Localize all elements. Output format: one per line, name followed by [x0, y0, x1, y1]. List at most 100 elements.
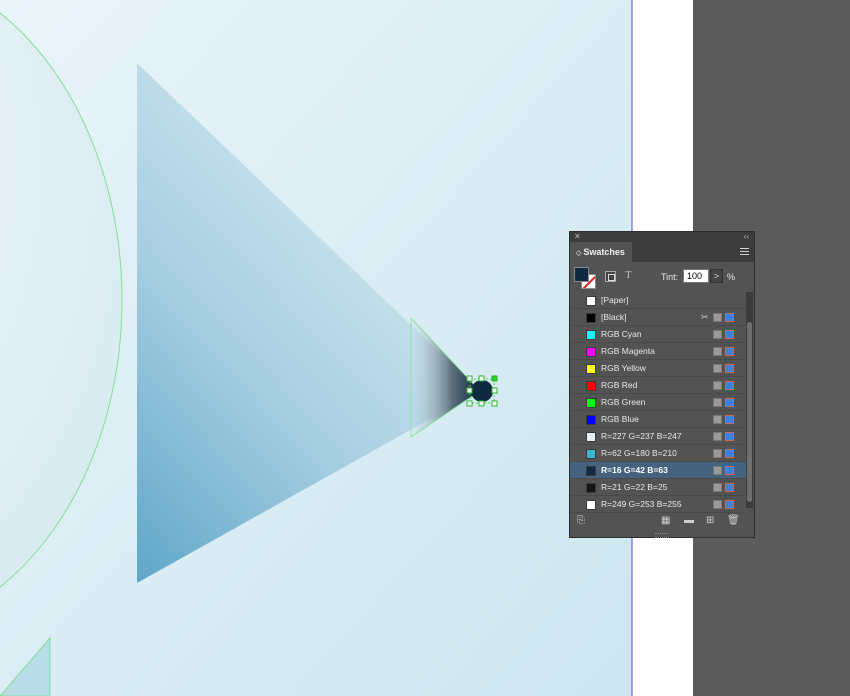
color-mode-icon: [725, 347, 734, 356]
color-mode-icon: [725, 500, 734, 509]
tint-label: Tint:: [661, 272, 679, 282]
swatch-color-chip: [586, 466, 596, 476]
swatch-name: RGB Green: [601, 397, 646, 407]
selection-handle[interactable]: [478, 400, 485, 407]
swatch-color-chip: [586, 449, 596, 459]
swatch-row[interactable]: RGB Blue: [570, 411, 746, 428]
swatch-color-chip: [586, 330, 596, 340]
fill-stroke-proxy[interactable]: [574, 267, 596, 289]
swatch-row[interactable]: RGB Yellow: [570, 360, 746, 377]
new-color-group-icon[interactable]: ▬: [684, 515, 694, 527]
swatch-views-icon[interactable]: ▦: [661, 515, 670, 527]
color-type-icon: [713, 432, 722, 441]
swatch-name: RGB Magenta: [601, 346, 655, 356]
swatch-color-chip: [586, 398, 596, 408]
close-icon[interactable]: ✕: [574, 232, 581, 242]
color-mode-icon: [725, 483, 734, 492]
swatch-name: R=21 G=22 B=25: [601, 482, 668, 492]
swatches-panel[interactable]: ✕ ‹‹ ◇ Swatches T Tint: 100 > % [Paper] [B…: [569, 231, 755, 538]
swatch-color-chip: [586, 500, 596, 510]
swatch-color-chip: [586, 483, 596, 493]
swatch-color-chip: [586, 364, 596, 374]
swatch-row[interactable]: RGB Red: [570, 377, 746, 394]
selected-dot[interactable]: [471, 380, 493, 402]
panel-bottom-toolbar: ⎘ ▦ ▬ ⊞ 🗑: [570, 512, 754, 532]
swatch-name: RGB Blue: [601, 414, 639, 424]
swatch-list[interactable]: [Paper] [Black] ✂ RGB Cyan RGB Magenta RGB Ye…: [570, 292, 746, 513]
panel-tab-row: ◇ Swatches: [570, 242, 754, 262]
swatch-color-chip: [586, 432, 596, 442]
color-mode-icon: [725, 313, 734, 322]
panel-title-bar[interactable]: ✕ ‹‹: [570, 232, 754, 242]
color-type-icon: [713, 347, 722, 356]
tab-label: Swatches: [583, 247, 625, 257]
swatch-name: R=227 G=237 B=247: [601, 431, 682, 441]
collapse-icon[interactable]: ‹‹: [744, 232, 749, 242]
selection-handle[interactable]: [466, 375, 473, 382]
color-type-icon: [713, 483, 722, 492]
selection-handle[interactable]: [491, 400, 498, 407]
color-mode-icon: [725, 364, 734, 373]
swatch-color-chip: [586, 415, 596, 425]
swatch-name: [Paper]: [601, 295, 629, 305]
color-mode-icon: [725, 432, 734, 441]
swatch-color-chip: [586, 381, 596, 391]
swatch-row[interactable]: RGB Magenta: [570, 343, 746, 360]
swatch-row[interactable]: [Black] ✂: [570, 309, 746, 326]
color-type-icon: [713, 381, 722, 390]
color-type-icon: [713, 449, 722, 458]
swatch-name: RGB Yellow: [601, 363, 646, 373]
swatch-name: R=16 G=42 B=63: [601, 465, 668, 475]
selection-handle[interactable]: [491, 375, 498, 382]
swatch-row[interactable]: RGB Cyan: [570, 326, 746, 343]
color-mode-icon: [725, 381, 734, 390]
show-swatch-kinds-icon[interactable]: ⎘: [577, 515, 585, 527]
selection-handle[interactable]: [491, 387, 498, 394]
new-swatch-icon[interactable]: ⊞: [706, 515, 714, 527]
swatch-row[interactable]: R=21 G=22 B=25: [570, 479, 746, 496]
swatch-controls: T Tint: 100 > %: [570, 262, 754, 291]
color-type-icon: [713, 398, 722, 407]
color-type-icon: [713, 313, 722, 322]
swatch-row[interactable]: RGB Green: [570, 394, 746, 411]
delete-swatch-icon[interactable]: 🗑: [727, 515, 740, 527]
panel-resize-grip[interactable]: [655, 533, 669, 538]
color-mode-icon: [725, 415, 734, 424]
swatch-row[interactable]: R=62 G=180 B=210: [570, 445, 746, 462]
non-editable-icon: ✂: [701, 312, 709, 322]
tint-unit: %: [727, 272, 736, 282]
swatch-color-chip: [586, 296, 596, 306]
swatch-color-chip: [586, 347, 596, 357]
tab-swatches[interactable]: ◇ Swatches: [570, 242, 632, 262]
color-type-icon: [713, 500, 722, 509]
color-mode-icon: [725, 398, 734, 407]
tab-chevron-icon: ◇: [576, 250, 582, 257]
swatch-row[interactable]: R=249 G=253 B=255: [570, 496, 746, 513]
swatch-color-chip: [586, 313, 596, 323]
swatch-name: RGB Cyan: [601, 329, 642, 339]
color-type-icon: [713, 330, 722, 339]
swatch-name: RGB Red: [601, 380, 638, 390]
formatting-container-icon[interactable]: [605, 271, 616, 282]
color-type-icon: [713, 415, 722, 424]
color-mode-icon: [725, 466, 734, 475]
color-type-icon: [713, 466, 722, 475]
selection-handle[interactable]: [466, 387, 473, 394]
swatch-row[interactable]: R=16 G=42 B=63: [570, 462, 746, 479]
selection-handle[interactable]: [478, 375, 485, 382]
selection-handle[interactable]: [466, 400, 473, 407]
scroll-thumb[interactable]: [747, 322, 752, 502]
swatch-name: R=62 G=180 B=210: [601, 448, 677, 458]
swatch-name: R=249 G=253 B=255: [601, 499, 682, 509]
tint-input[interactable]: 100: [683, 269, 709, 283]
panel-menu-icon[interactable]: [740, 248, 749, 255]
swatch-name: [Black]: [601, 312, 627, 322]
tint-slider-button[interactable]: >: [710, 269, 723, 283]
swatch-list-scrollbar[interactable]: [746, 292, 753, 508]
color-mode-icon: [725, 449, 734, 458]
swatch-row[interactable]: [Paper]: [570, 292, 746, 309]
color-mode-icon: [725, 330, 734, 339]
fill-swatch-icon[interactable]: [574, 267, 589, 282]
swatch-row[interactable]: R=227 G=237 B=247: [570, 428, 746, 445]
formatting-text-icon[interactable]: T: [625, 269, 632, 281]
